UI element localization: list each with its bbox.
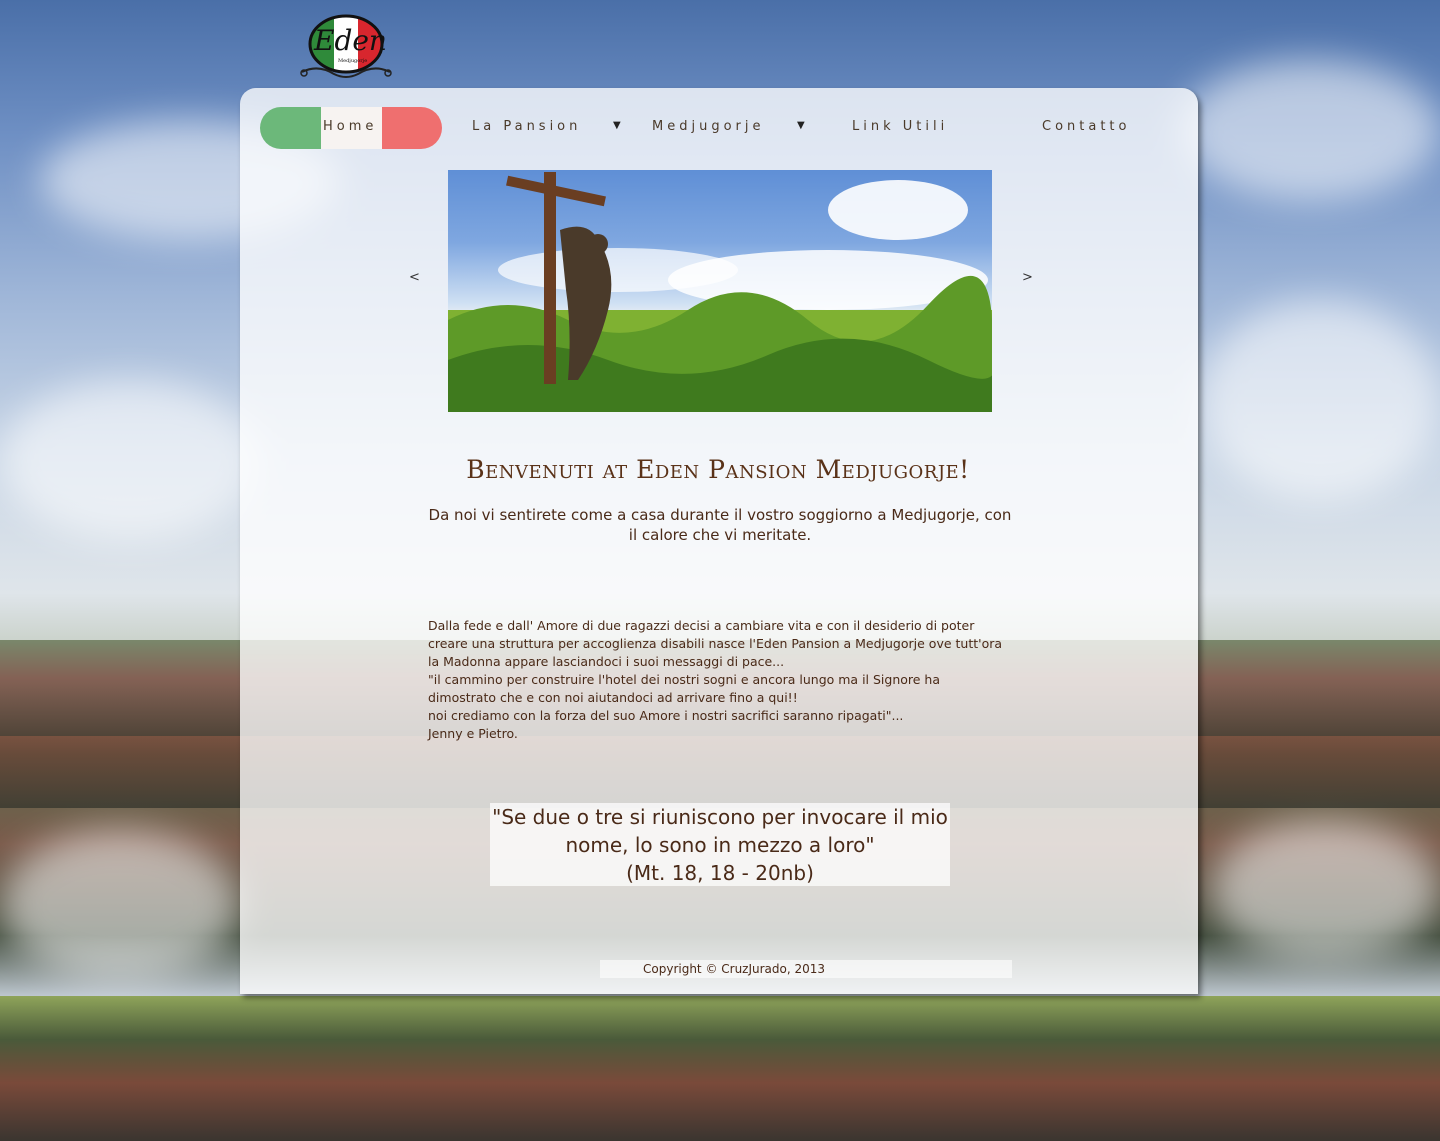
story-signature: Jenny e Pietro. (428, 726, 518, 741)
crucifix-photo-icon (448, 172, 992, 412)
story-line: Dalla fede e dall' Amore di due ragazzi … (428, 618, 975, 633)
nav-item-la-pansion[interactable]: La Pansion (472, 119, 581, 134)
page-title: Benvenuti at Eden Pansion Medjugorje! (466, 455, 970, 484)
story-line: creare una struttura per accoglienza dis… (428, 636, 1003, 651)
footer-copyright: Copyright © CruzJurado, 2013 (600, 960, 1012, 978)
intro-text: Da noi vi sentirete come a casa durante … (428, 506, 1012, 544)
quote-reference: (Mt. 18, 18 - 20nb) (626, 861, 814, 885)
chevron-down-icon[interactable]: ▼ (613, 120, 621, 131)
story-line: dimostrato che e con noi aiutandoci ad a… (428, 690, 798, 705)
logo-subtext: Medjugorje (338, 58, 368, 64)
flag-green-segment (260, 107, 321, 149)
nav-item-link-utili[interactable]: Link Utili (852, 119, 948, 134)
quote-line: "Se due o tre si riuniscono per invocare… (492, 805, 948, 829)
logo-text: Eden (314, 24, 387, 57)
nav-item-contatto[interactable]: Contatto (1042, 119, 1130, 134)
story-line: la Madonna appare lasciandoci i suoi mes… (428, 654, 785, 669)
slider-next-button[interactable]: > (1022, 270, 1033, 285)
slider-image (448, 170, 992, 412)
story-text: Dalla fede e dall' Amore di due ragazzi … (428, 617, 1008, 743)
copyright-text: Copyright © CruzJurado, 2013 (643, 962, 826, 976)
nav-item-home-label[interactable]: Home (323, 119, 377, 134)
main-nav: Home La Pansion ▼ Medjugorje ▼ Link Util… (260, 107, 1180, 149)
eden-logo[interactable]: Eden Medjugorje (298, 12, 394, 82)
quote-line: nome, lo sono in mezzo a loro" (565, 833, 875, 857)
bible-quote: "Se due o tre si riuniscono per invocare… (490, 803, 950, 886)
story-line: noi crediamo con la forza del suo Amore … (428, 708, 904, 723)
flag-red-segment (382, 107, 442, 149)
story-line: "il cammino per construire l'hotel dei n… (428, 672, 941, 687)
slider-prev-button[interactable]: < (409, 270, 420, 285)
chevron-down-icon[interactable]: ▼ (797, 120, 805, 131)
nav-item-medjugorje[interactable]: Medjugorje (652, 119, 764, 134)
